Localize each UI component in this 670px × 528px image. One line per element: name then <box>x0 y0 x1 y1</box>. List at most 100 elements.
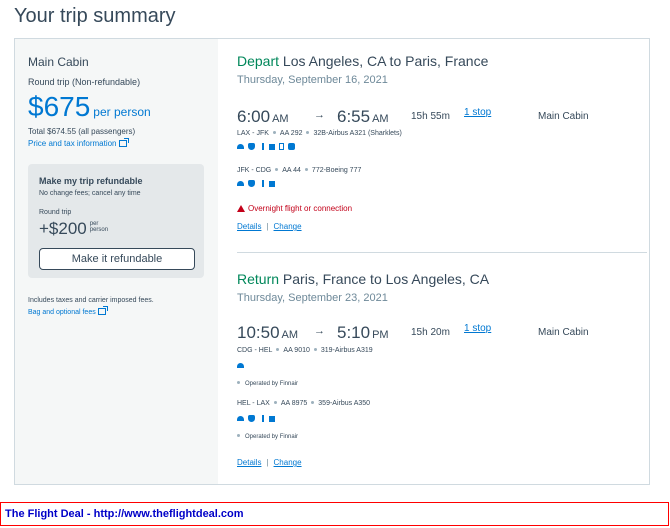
dep-time-value: 10:50 <box>237 323 280 342</box>
leg-route: LAX - JFK <box>237 130 269 137</box>
arrow-right-icon: → <box>314 325 325 337</box>
dot-separator <box>311 401 315 404</box>
return-heading: Return Paris, France to Los Angeles, CA <box>237 271 489 287</box>
depart-times-row: 6:00 AM → 6:55 AM 15h 55m 1 stop Main Cabi… <box>237 107 632 127</box>
depart-leg-1: LAX - JFK AA 292 32B-Airbus A321 (Sharklet… <box>237 130 402 137</box>
operated-by-text: Operated by Finnair <box>245 434 299 440</box>
depart-arr-time: 6:55 AM <box>337 107 389 127</box>
dep-ampm: AM <box>281 329 299 341</box>
depart-verb: Depart <box>237 53 280 69</box>
footer-text: The Flight Deal - http://www.theflightde… <box>5 508 244 520</box>
link-separator: | <box>266 222 269 231</box>
return-leg-1-operated: Operated by Finnair <box>237 381 298 387</box>
dot-separator <box>306 131 310 134</box>
return-change-link[interactable]: Change <box>274 458 302 467</box>
overnight-warning: Overnight flight or connection <box>237 204 352 213</box>
dot-separator <box>304 168 308 171</box>
return-leg-2-amenities <box>237 415 279 425</box>
arr-time-value: 5:10 <box>337 323 371 342</box>
depart-leg-2: JFK - CDG AA 44 772-Boeing 777 <box>237 167 361 174</box>
total-price: Total $674.55 (all passengers) <box>28 127 136 136</box>
arrow-right-icon: → <box>314 109 325 121</box>
leg-route: JFK - CDG <box>237 167 272 174</box>
dot-separator <box>313 348 317 351</box>
dot-separator <box>273 401 277 404</box>
dep-ampm: AM <box>272 113 289 125</box>
per-person-label: per person <box>93 105 151 119</box>
dot-separator <box>237 381 240 384</box>
return-details-link[interactable]: Details <box>237 458 261 467</box>
return-stops-link[interactable]: 1 stop <box>464 323 491 334</box>
entertainment-icon <box>269 181 275 187</box>
depart-date: Thursday, September 16, 2021 <box>237 74 388 86</box>
depart-change-link[interactable]: Change <box>274 222 302 231</box>
leg-aircraft: 359-Airbus A350 <box>318 400 371 407</box>
leg-aircraft: 319-Airbus A319 <box>320 347 373 354</box>
shield-icon <box>248 415 255 422</box>
price-tax-link[interactable]: Price and tax information <box>28 138 129 148</box>
make-refundable-button[interactable]: Make it refundable <box>39 248 195 270</box>
dot-separator <box>276 348 280 351</box>
shield-icon <box>248 143 255 150</box>
no-change-fees-text: No change fees; cancel any time <box>39 190 141 197</box>
wifi-icon <box>237 363 244 368</box>
leg-aircraft: 32B-Airbus A321 (Sharklets) <box>313 130 402 137</box>
price-amount: $675 <box>28 91 91 122</box>
return-leg-2-operated: Operated by Finnair <box>237 434 298 440</box>
shield-icon <box>248 180 255 187</box>
return-leg-1-amenities <box>237 362 248 372</box>
depart-leg-1-amenities <box>237 143 299 153</box>
power-icon <box>262 415 264 422</box>
entertainment-icon <box>269 416 275 422</box>
wifi-icon <box>237 416 244 421</box>
refund-round-trip-label: Round trip <box>39 209 72 216</box>
includes-fees-text: Includes taxes and carrier imposed fees. <box>28 297 154 304</box>
power-icon <box>262 180 264 187</box>
refund-price-amount: +$200 <box>39 219 87 238</box>
trip-type-label: Round trip (Non-refundable) <box>28 77 141 87</box>
itinerary-main: Depart Los Angeles, CA to Paris, France … <box>237 39 647 484</box>
return-duration: 15h 20m <box>411 327 450 338</box>
arr-ampm: AM <box>372 113 389 125</box>
bag-fees-link[interactable]: Bag and optional fees <box>28 306 108 316</box>
refund-per-person: per person <box>89 221 109 233</box>
warning-icon <box>237 205 245 212</box>
dot-separator <box>275 168 279 171</box>
entertainment-icon <box>269 144 275 150</box>
depart-duration: 15h 55m <box>411 111 450 122</box>
depart-details-link[interactable]: Details <box>237 222 261 231</box>
return-verb: Return <box>237 271 280 287</box>
leg-route: CDG - HEL <box>237 347 273 354</box>
refund-title: Make my trip refundable <box>39 176 143 186</box>
leg-route: HEL - LAX <box>237 400 270 407</box>
wifi-icon <box>237 144 244 149</box>
overnight-text: Overnight flight or connection <box>248 204 353 213</box>
return-dep-time: 10:50 AM <box>237 323 298 343</box>
depart-heading: Depart Los Angeles, CA to Paris, France <box>237 53 488 69</box>
price-tax-link-label: Price and tax information <box>28 139 117 148</box>
return-arr-time: 5:10 PM <box>337 323 389 343</box>
device-icon <box>279 143 284 150</box>
wifi-icon <box>237 181 244 186</box>
leg-flight: AA 9010 <box>283 347 310 354</box>
depart-leg-2-amenities <box>237 180 279 190</box>
power-icon <box>262 143 264 150</box>
leg-flight: AA 292 <box>279 130 303 137</box>
return-times-row: 10:50 AM → 5:10 PM 15h 20m 1 stop Main Cab… <box>237 323 632 343</box>
price-display: $675 per person <box>28 91 151 123</box>
price-sidebar: Main Cabin Round trip (Non-refundable) $… <box>15 39 218 484</box>
depart-stops-link[interactable]: 1 stop <box>464 107 491 118</box>
link-separator: | <box>266 458 269 467</box>
depart-links: Details | Change <box>237 222 302 231</box>
depart-dep-time: 6:00 AM <box>237 107 289 127</box>
depart-route: Los Angeles, CA to Paris, France <box>282 53 489 69</box>
dot-separator <box>272 131 276 134</box>
page-title: Your trip summary <box>14 5 176 27</box>
arr-time-value: 6:55 <box>337 107 371 126</box>
dot-separator <box>237 434 240 437</box>
external-link-icon <box>118 138 129 147</box>
return-route: Paris, France to Los Angeles, CA <box>282 271 490 287</box>
trip-summary-card: Main Cabin Round trip (Non-refundable) $… <box>14 38 650 485</box>
refundable-upsell: Make my trip refundable No change fees; … <box>28 164 204 278</box>
dep-time-value: 6:00 <box>237 107 271 126</box>
